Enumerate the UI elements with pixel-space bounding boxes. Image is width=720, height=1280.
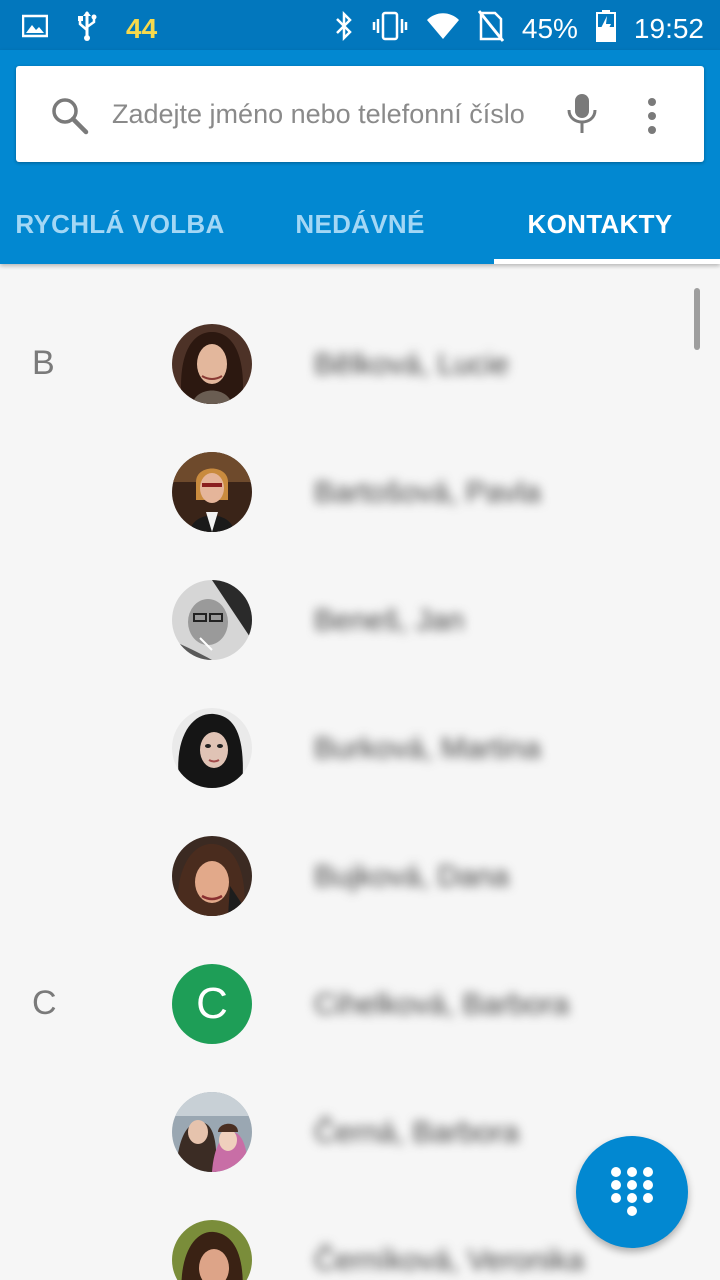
search-icon[interactable] bbox=[50, 96, 90, 136]
clock: 19:52 bbox=[633, 12, 704, 44]
tab-bar: RYCHLÁ VOLBA NEDÁVNÉ KONTAKTY bbox=[0, 184, 720, 264]
bluetooth-icon bbox=[334, 10, 354, 46]
contact-row[interactable]: Burková, Martina bbox=[0, 684, 720, 812]
contact-name: Burková, Martina bbox=[314, 732, 541, 765]
contact-name: Bujková, Dana bbox=[314, 860, 510, 893]
contact-list[interactable]: B Bělková, Lucie Bartošová, Pavla Beneš,… bbox=[0, 264, 720, 1280]
contact-row[interactable]: Beneš, Jan bbox=[0, 556, 720, 684]
usb-icon bbox=[76, 10, 98, 47]
section-letter: B bbox=[32, 344, 55, 382]
tab-label: KONTAKTY bbox=[527, 208, 673, 239]
contact-row[interactable]: B Bělková, Lucie bbox=[0, 300, 720, 428]
dialpad-button[interactable] bbox=[576, 1136, 688, 1248]
mic-icon[interactable] bbox=[564, 92, 600, 136]
tab-contacts[interactable]: KONTAKTY bbox=[480, 184, 720, 264]
no-sim-icon bbox=[477, 10, 505, 47]
tab-label: RYCHLÁ VOLBA bbox=[15, 208, 225, 239]
contact-name: Černíková, Veronika bbox=[314, 1244, 585, 1277]
app-bar: RYCHLÁ VOLBA NEDÁVNÉ KONTAKTY bbox=[0, 50, 720, 264]
avatar[interactable] bbox=[172, 1092, 252, 1172]
tab-speed-dial[interactable]: RYCHLÁ VOLBA bbox=[0, 184, 240, 264]
avatar[interactable]: C bbox=[172, 964, 252, 1044]
contact-row[interactable]: Bujková, Dana bbox=[0, 812, 720, 940]
avatar[interactable] bbox=[172, 836, 252, 916]
contact-name: Bělková, Lucie bbox=[314, 348, 510, 381]
notification-badge: 44 bbox=[126, 12, 158, 44]
scrollbar[interactable] bbox=[694, 288, 700, 350]
search-input[interactable] bbox=[112, 92, 552, 136]
section-letter: C bbox=[32, 984, 57, 1022]
image-icon bbox=[21, 14, 49, 43]
avatar[interactable] bbox=[172, 1220, 252, 1280]
avatar-initial: C bbox=[196, 979, 228, 1028]
tab-recent[interactable]: NEDÁVNÉ bbox=[240, 184, 480, 264]
more-options-icon[interactable] bbox=[638, 96, 666, 136]
contact-row[interactable]: C C Cihelková, Barbora bbox=[0, 940, 720, 1068]
vibrate-icon bbox=[372, 11, 408, 46]
avatar[interactable] bbox=[172, 452, 252, 532]
search-bar[interactable] bbox=[16, 66, 704, 162]
tab-label: NEDÁVNÉ bbox=[295, 208, 425, 239]
status-bar: 44 45% 19:52 bbox=[0, 0, 720, 50]
avatar[interactable] bbox=[172, 708, 252, 788]
avatar[interactable] bbox=[172, 580, 252, 660]
contact-name: Cihelková, Barbora bbox=[314, 988, 570, 1021]
contact-row[interactable]: Bartošová, Pavla bbox=[0, 428, 720, 556]
wifi-icon bbox=[426, 12, 460, 45]
battery-charging-icon bbox=[595, 10, 616, 47]
battery-percent: 45% bbox=[521, 12, 578, 44]
dialpad-icon bbox=[611, 1167, 653, 1216]
contact-name: Bartošová, Pavla bbox=[314, 476, 541, 509]
contact-name: Beneš, Jan bbox=[314, 604, 465, 637]
contact-name: Černá, Barbora bbox=[314, 1116, 520, 1149]
avatar[interactable] bbox=[172, 324, 252, 404]
